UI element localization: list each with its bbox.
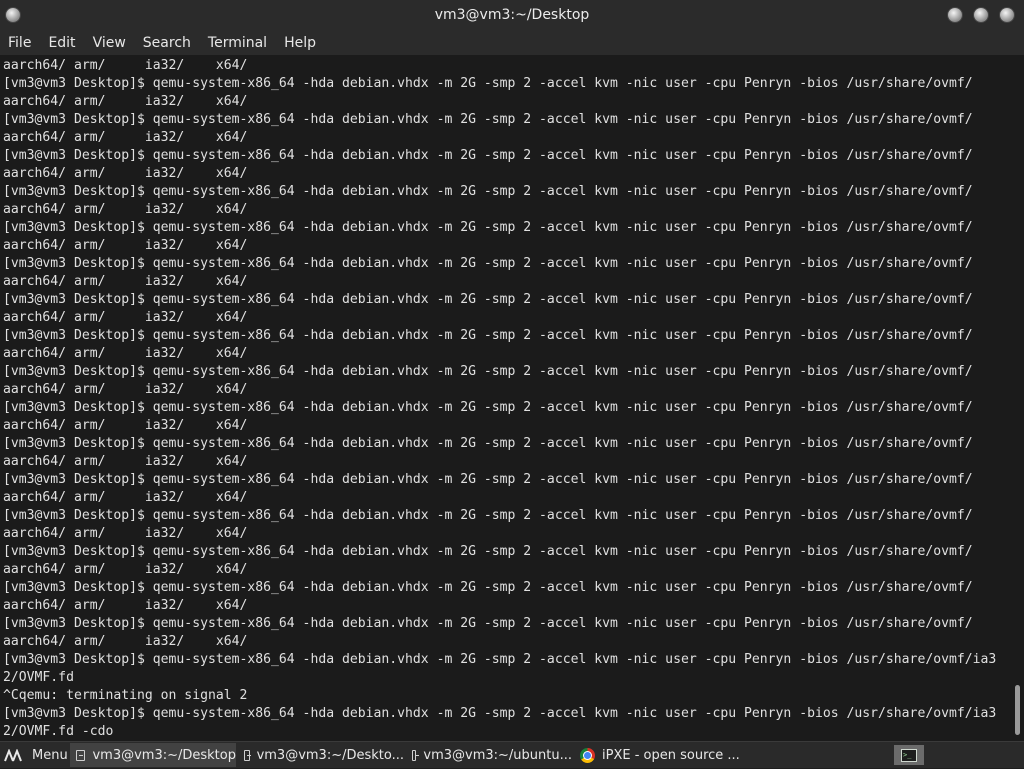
terminal-line: 2/OVMF.fd xyxy=(3,670,74,685)
taskbar-item-browser[interactable]: iPXE - open source ... xyxy=(574,743,744,767)
terminal-line: ^Cqemu: terminating on signal 2 xyxy=(3,688,248,703)
menu-file[interactable]: File xyxy=(8,35,31,51)
terminal-icon xyxy=(412,749,420,761)
terminal-line: [vm3@vm3 Desktop]$ qemu-system-x86_64 -h… xyxy=(3,184,973,199)
taskbar-item-ubuntu-terminal[interactable]: vm3@vm3:~/ubuntu... xyxy=(406,743,572,767)
terminal-line: aarch64/ arm/ ia32/ x64/ xyxy=(3,166,248,181)
terminal-line: [vm3@vm3 Desktop]$ qemu-system-x86_64 -h… xyxy=(3,148,973,163)
terminal-line: [vm3@vm3 Desktop]$ qemu-system-x86_64 -h… xyxy=(3,220,973,235)
terminal-line: [vm3@vm3 Desktop]$ qemu-system-x86_64 -h… xyxy=(3,400,973,415)
window-title: vm3@vm3:~/Desktop xyxy=(434,7,590,23)
terminal-line: aarch64/ arm/ ia32/ x64/ xyxy=(3,346,248,361)
terminal-line: [vm3@vm3 Desktop]$ qemu-system-x86_64 -h… xyxy=(3,112,973,127)
terminal-line: aarch64/ arm/ ia32/ x64/ xyxy=(3,526,248,541)
terminal-line: [vm3@vm3 Desktop]$ qemu-system-x86_64 -h… xyxy=(3,508,973,523)
terminal-line: [vm3@vm3 Desktop]$ qemu-system-x86_64 -h… xyxy=(3,616,973,631)
terminal-line: [vm3@vm3 Desktop]$ qemu-system-x86_64 -h… xyxy=(3,256,973,271)
terminal-line: aarch64/ arm/ ia32/ x64/ xyxy=(3,418,248,433)
terminal-line: aarch64/ arm/ ia32/ x64/ xyxy=(3,634,248,649)
menu-logo-icon xyxy=(4,748,22,761)
terminal-output[interactable]: aarch64/ arm/ ia32/ x64/ [vm3@vm3 Desktop… xyxy=(0,55,1012,741)
menu-terminal[interactable]: Terminal xyxy=(208,35,267,51)
terminal-line: [vm3@vm3 Desktop]$ qemu-system-x86_64 -h… xyxy=(3,472,973,487)
terminal-line: [vm3@vm3 Desktop]$ qemu-system-x86_64 -h… xyxy=(3,706,997,721)
terminal-line: aarch64/ arm/ ia32/ x64/ xyxy=(3,310,248,325)
terminal-scrollbar[interactable] xyxy=(1012,55,1024,741)
terminal-line: aarch64/ arm/ ia32/ x64/ xyxy=(3,454,248,469)
terminal-line: 2/OVMF.fd -cdo xyxy=(3,724,114,739)
terminal-line: [vm3@vm3 Desktop]$ qemu-system-x86_64 -h… xyxy=(3,652,997,667)
terminal-line: [vm3@vm3 Desktop]$ qemu-system-x86_64 -h… xyxy=(3,292,973,307)
terminal-line: [vm3@vm3 Desktop]$ qemu-system-x86_64 -h… xyxy=(3,544,973,559)
start-menu-label: Menu xyxy=(32,748,68,763)
terminal-line: aarch64/ arm/ ia32/ x64/ xyxy=(3,382,248,397)
taskbar-item-desktop-terminal-2[interactable]: vm3@vm3:~/Deskto... xyxy=(238,743,404,767)
taskbar-item-desktop-terminal[interactable]: vm3@vm3:~/Desktop xyxy=(70,743,236,767)
terminal-line: [vm3@vm3 Desktop]$ qemu-system-x86_64 -h… xyxy=(3,76,973,91)
terminal-line: [vm3@vm3 Desktop]$ qemu-system-x86_64 -h… xyxy=(3,580,973,595)
terminal-line: aarch64/ arm/ ia32/ x64/ xyxy=(3,562,248,577)
chrome-icon xyxy=(580,747,595,763)
terminal-line: aarch64/ arm/ ia32/ x64/ xyxy=(3,94,248,109)
scrollbar-thumb[interactable] xyxy=(1015,685,1020,735)
terminal-text[interactable]: aarch64/ arm/ ia32/ x64/ [vm3@vm3 Desktop… xyxy=(0,55,1012,741)
terminal-line: [vm3@vm3 Desktop]$ qemu-system-x86_64 -h… xyxy=(3,364,973,379)
terminal-line: aarch64/ arm/ ia32/ x64/ xyxy=(3,58,248,73)
taskbar: Menu vm3@vm3:~/Desktop vm3@vm3:~/Deskto.… xyxy=(0,741,1024,768)
menu-help[interactable]: Help xyxy=(284,35,316,51)
terminal-line: aarch64/ arm/ ia32/ x64/ xyxy=(3,490,248,505)
terminal-line: [vm3@vm3 Desktop]$ qemu-system-x86_64 -h… xyxy=(3,328,973,343)
terminal-line: aarch64/ arm/ ia32/ x64/ xyxy=(3,238,248,253)
menu-edit[interactable]: Edit xyxy=(48,35,75,51)
minimize-button[interactable] xyxy=(948,8,962,22)
menu-bar: File Edit View Search Terminal Help xyxy=(0,31,1024,55)
menu-view[interactable]: View xyxy=(93,35,126,51)
terminal-icon xyxy=(76,749,86,761)
taskbar-item-label: iPXE - open source ... xyxy=(602,747,740,763)
terminal-line: [vm3@vm3 Desktop]$ qemu-system-x86_64 -h… xyxy=(3,436,973,451)
menu-search[interactable]: Search xyxy=(143,35,191,51)
taskbar-item-label: vm3@vm3:~/Desktop xyxy=(92,747,236,763)
terminal-line: aarch64/ arm/ ia32/ x64/ xyxy=(3,274,248,289)
terminal-line: aarch64/ arm/ ia32/ x64/ xyxy=(3,202,248,217)
taskbar-item-label: vm3@vm3:~/Deskto... xyxy=(256,747,404,763)
terminal-line: aarch64/ arm/ ia32/ x64/ xyxy=(3,130,248,145)
maximize-button[interactable] xyxy=(974,8,988,22)
start-menu-button[interactable]: Menu xyxy=(0,742,68,769)
tray-glyph: >_ xyxy=(901,748,917,762)
terminal-tray-icon[interactable]: >_ xyxy=(894,745,924,765)
title-bar: vm3@vm3:~/Desktop xyxy=(0,0,1024,31)
close-button[interactable] xyxy=(1000,8,1014,22)
window-controls xyxy=(948,8,1014,22)
taskbar-item-label: vm3@vm3:~/ubuntu... xyxy=(423,747,572,763)
terminal-line: aarch64/ arm/ ia32/ x64/ xyxy=(3,598,248,613)
terminal-icon xyxy=(244,749,251,761)
